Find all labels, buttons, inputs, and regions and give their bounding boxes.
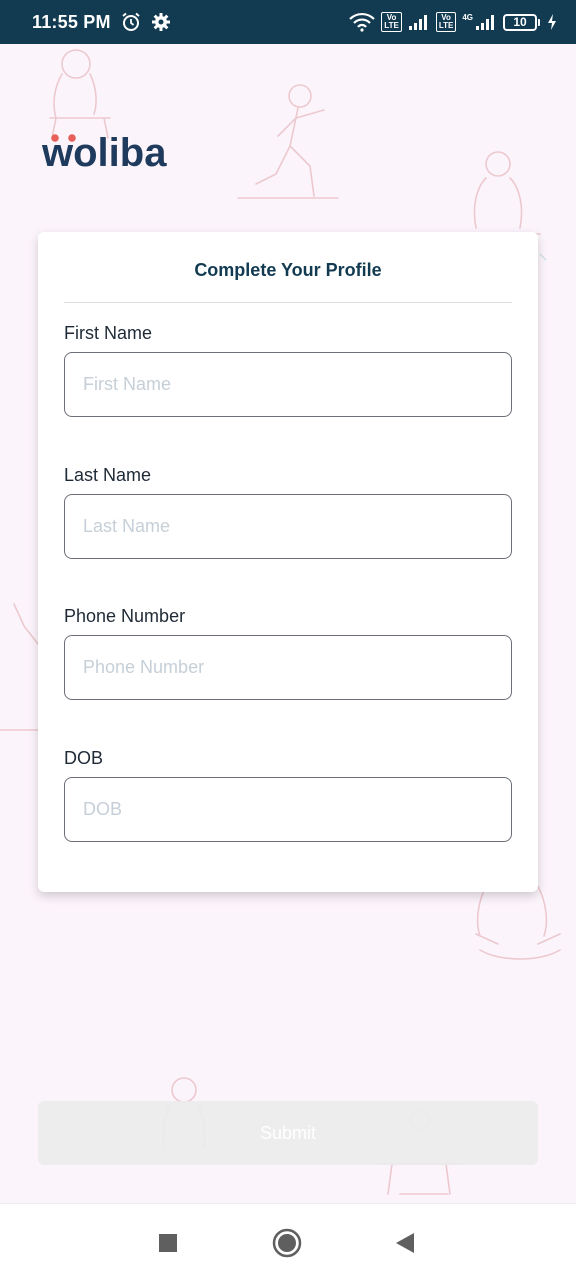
- status-time: 11:55 PM: [32, 11, 111, 32]
- gear-icon: [151, 12, 171, 32]
- phone-number-label: Phone Number: [64, 606, 186, 626]
- battery-icon: 10: [503, 13, 540, 31]
- system-nav-bar: [0, 1203, 576, 1280]
- network-type-label: 4G: [462, 12, 473, 22]
- volte-icon-2: Vo LTE: [435, 12, 457, 32]
- first-name-input[interactable]: [64, 352, 512, 417]
- dob-input[interactable]: [64, 777, 512, 842]
- status-bar: 11:55 PM Vo LTE Vo LTE 4G 10: [0, 0, 576, 44]
- last-name-input[interactable]: [64, 494, 512, 559]
- recents-square-icon[interactable]: [153, 1228, 183, 1258]
- battery-level: 10: [503, 13, 537, 31]
- logo-wordmark: woliba: [42, 131, 167, 172]
- title-divider: [64, 302, 512, 303]
- logo-text: woliba: [42, 131, 167, 172]
- woliba-logo: woliba: [42, 128, 192, 172]
- wifi-icon: [349, 12, 376, 32]
- volte-icon: Vo LTE: [381, 12, 402, 32]
- 4g-signal-icon: [475, 13, 497, 31]
- back-triangle-icon[interactable]: [390, 1228, 420, 1258]
- form-title: Complete Your Profile: [194, 260, 382, 280]
- last-name-label: Last Name: [64, 465, 152, 485]
- signal-icon: [408, 13, 430, 31]
- charging-icon: [546, 13, 558, 31]
- first-name-label: First Name: [64, 323, 153, 343]
- dob-label: DOB: [64, 748, 104, 768]
- alarm-icon: [121, 12, 141, 32]
- home-circle-icon[interactable]: [272, 1228, 302, 1258]
- submit-button[interactable]: Submit: [38, 1101, 538, 1165]
- profile-card: Complete Your Profile First Name Last Na…: [38, 232, 538, 892]
- phone-number-input[interactable]: [64, 635, 512, 700]
